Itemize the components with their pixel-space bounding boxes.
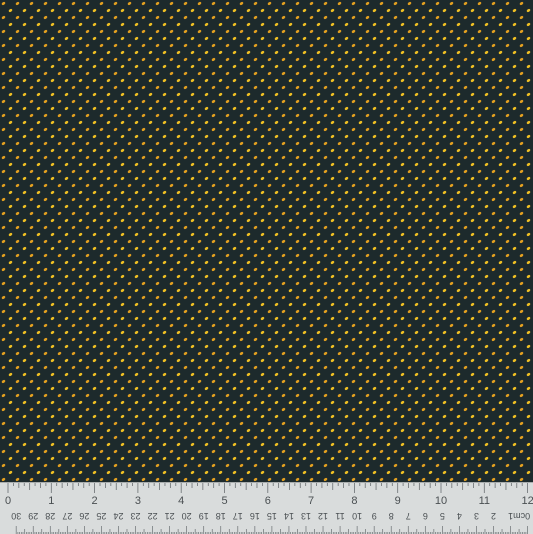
fabric-dot-grid [0,0,533,534]
inch-label: 9 [395,495,401,507]
inch-label: 10 [435,495,447,507]
cm-label: 28 [45,511,55,521]
cm-label: 2 [491,511,496,521]
inch-label: 5 [221,495,227,507]
cm-label: 11 [335,511,344,521]
cm-label: 22 [148,511,158,521]
cm-label: 6 [423,511,428,521]
inch-label: 3 [135,495,141,507]
inch-label: 6 [265,495,271,507]
cm-label: 20 [182,511,192,521]
cm-label: 18 [216,511,226,521]
cm-label: 23 [131,511,141,521]
cm-label: 25 [96,511,106,521]
cm-label: 9 [372,511,377,521]
cm-label: 26 [79,511,89,521]
inch-label: 11 [479,495,490,507]
ruler-graphic: 0 1 2 3 4 5 6 7 8 9 10 11 1230 29 28 27 26 25 24 23 22 21 20 19… [5,483,533,534]
cm-label: 29 [28,511,38,521]
cm-label: 24 [113,511,123,521]
cm-unit-label: cm [513,511,525,521]
inch-label: 7 [308,495,314,507]
cm-label: 4 [457,511,462,521]
cm-label: 27 [62,511,72,521]
inch-label: 8 [351,495,357,507]
cm-label: 1 [508,511,513,521]
cm-label: 5 [440,511,445,521]
cm-label: 10 [352,511,362,521]
inch-label: 1 [48,495,54,507]
cm-label: 8 [389,511,394,521]
inch-label: 2 [92,495,98,507]
inch-label: 0 [5,495,11,507]
inch-label: 12 [521,495,533,507]
cm-label: 12 [318,511,328,521]
fabric-swatch-image: 0 1 2 3 4 5 6 7 8 9 10 11 12 30 29 28 27 26 25 24 23 22 21 20 19… [0,0,533,534]
cm-label: 15 [267,511,277,521]
cm-label: 3 [474,511,479,521]
measuring-ruler: 0 1 2 3 4 5 6 7 8 9 10 11 12 30 29 28 27 26 25 24 23 22 21 20 19… [0,482,533,534]
cm-label: 21 [165,511,175,521]
fabric-pattern [0,0,533,534]
cm-label: 16 [250,511,260,521]
inch-label: 4 [178,495,184,507]
cm-label: 19 [199,511,209,521]
cm-label: 30 [11,511,21,521]
cm-label: 14 [284,511,294,521]
cm-label: 7 [406,511,411,521]
cm-label: 17 [233,511,243,521]
cm-label: 13 [301,511,311,521]
